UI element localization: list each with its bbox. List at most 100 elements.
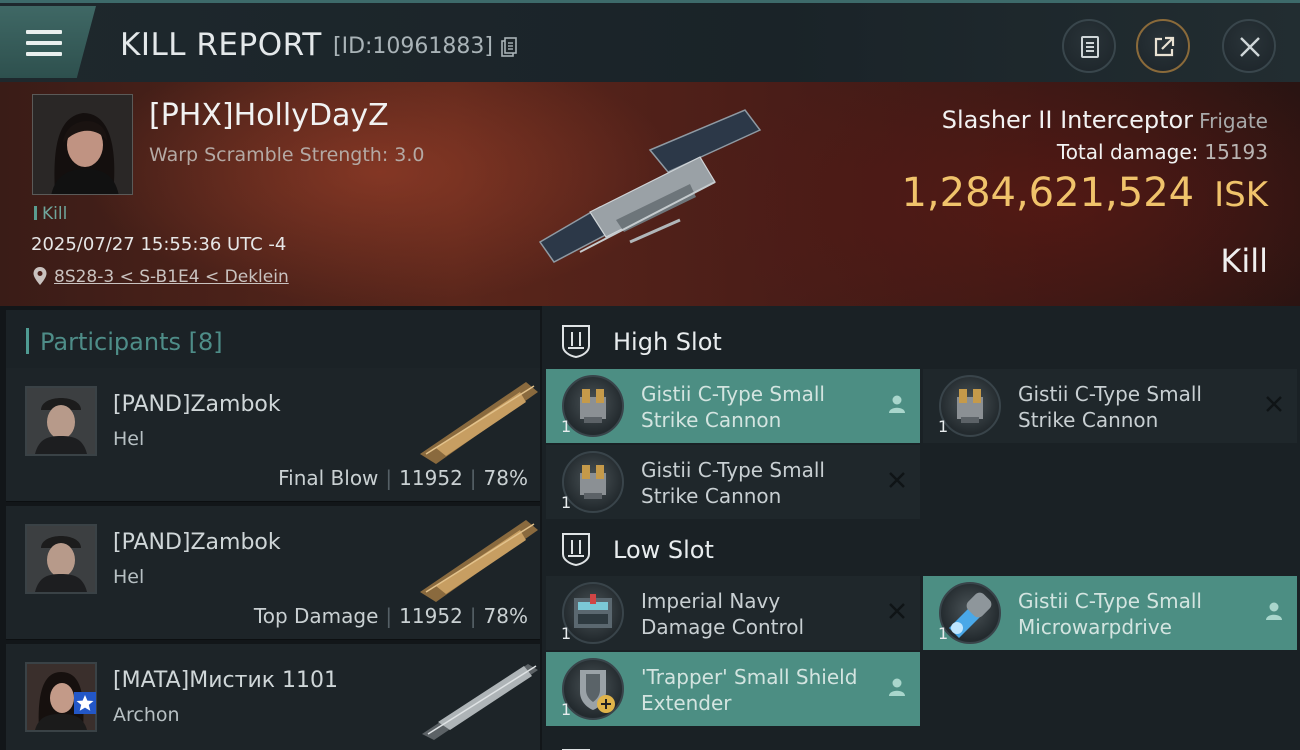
module-item[interactable]: 1 Imperial Navy Damage Control — [546, 576, 920, 650]
isk-unit: ISK — [1214, 175, 1268, 215]
hamburger-icon — [26, 30, 62, 63]
participants-panel: Participants [8] [PAND]Zambok Hel Final … — [0, 306, 542, 750]
low-slot-label: Low Slot — [613, 536, 714, 564]
participants-count: [8] — [188, 328, 223, 356]
ship-class-label: Frigate — [1199, 109, 1268, 133]
module-name: Imperial Navy Damage Control — [641, 588, 871, 640]
total-damage-value: 15193 — [1204, 140, 1268, 164]
participant-ship: Hel — [113, 566, 145, 588]
module-name-line1: Gistii C-Type Small — [641, 382, 825, 406]
location-link[interactable]: 8S28-3 < S-B1E4 < Deklein — [54, 267, 289, 287]
module-item[interactable]: 1 'Trapper' Small Shield Extender — [546, 652, 920, 726]
module-item[interactable]: 1 Gistii C-Type Small Strike Cannon — [923, 369, 1297, 443]
participant-damage: 11952 — [399, 604, 463, 628]
clipboard-icon — [1081, 36, 1099, 58]
location-pin-icon — [33, 267, 47, 285]
total-damage: Total damage: 15193 — [1057, 140, 1268, 164]
result-label: Kill — [1220, 242, 1268, 280]
victim-portrait[interactable] — [32, 94, 133, 195]
low-slot-icon — [562, 533, 590, 566]
module-name: 'Trapper' Small Shield Extender — [641, 664, 871, 716]
participant-avatar — [25, 386, 97, 456]
participant-name: [PAND]Zambok — [113, 530, 281, 555]
participant-ship-image — [420, 382, 538, 464]
shield-extender-icon — [562, 658, 624, 720]
module-name: Gistii C-Type Small Strike Cannon — [1018, 381, 1248, 433]
total-damage-label: Total damage: — [1056, 140, 1199, 164]
participant-row[interactable]: [MATA]Мистик 1101 Archon — [6, 644, 540, 750]
dropped-person-icon — [1266, 602, 1282, 620]
module-name-line1: Imperial Navy — [641, 589, 781, 613]
module-name: Gistii C-Type Small Microwarpdrive — [1018, 588, 1248, 640]
microwarpdrive-icon — [939, 582, 1001, 644]
pilot-avatar-icon — [27, 388, 95, 454]
participant-role: Final Blow — [278, 466, 379, 490]
high-slot-label: High Slot — [613, 328, 722, 356]
close-button[interactable] — [1222, 19, 1276, 73]
module-quantity: 1 — [938, 624, 949, 643]
menu-button[interactable] — [0, 6, 96, 78]
clipboard-button[interactable] — [1062, 19, 1116, 73]
kill-location[interactable]: 8S28-3 < S-B1E4 < Deklein — [32, 266, 289, 291]
module-name-line2: Strike Cannon — [1018, 408, 1159, 432]
participant-damage: 11952 — [399, 466, 463, 490]
cannon-icon — [939, 375, 1001, 437]
module-name: Gistii C-Type Small Strike Cannon — [641, 381, 871, 433]
participant-name: [MATA]Мистик 1101 — [113, 668, 339, 693]
page-title: KILL REPORT — [120, 27, 322, 63]
participants-label: Participants — [40, 328, 181, 356]
module-name-line2: Strike Cannon — [641, 408, 782, 432]
fitting-panel: High Slot 1 Gistii C-Type Small Strike Ca… — [542, 306, 1300, 750]
module-item[interactable]: 1 Gistii C-Type Small Microwarpdrive — [923, 576, 1297, 650]
ship-name-label: Slasher II Interceptor — [941, 106, 1194, 134]
isk-value: 1,284,621,524 ISK — [901, 170, 1268, 216]
module-name-line2: Damage Control — [641, 615, 805, 639]
participant-role: Top Damage — [253, 604, 379, 628]
participant-row[interactable]: [PAND]Zambok Hel Top Damage | 11952 | 78% — [6, 506, 540, 640]
copy-id-icon[interactable] — [501, 37, 517, 57]
top-bar: KILL REPORT [ID:10961883] — [0, 0, 1300, 82]
module-name-line2: Microwarpdrive — [1018, 615, 1172, 639]
warp-scramble: Warp Scramble Strength: 3.0 — [149, 144, 425, 166]
module-item[interactable]: 1 Gistii C-Type Small Strike Cannon — [546, 369, 920, 443]
participant-percent: 78% — [483, 604, 528, 628]
pilot-avatar-icon — [33, 95, 132, 194]
module-quantity: 1 — [561, 493, 572, 512]
participants-header: Participants [8] — [6, 310, 540, 370]
participant-name: [PAND]Zambok — [113, 392, 281, 417]
high-slot-icon — [562, 325, 590, 358]
damage-control-icon — [562, 582, 624, 644]
share-button[interactable] — [1136, 19, 1190, 73]
share-icon — [1154, 36, 1175, 57]
module-quantity: 1 — [561, 624, 572, 643]
destroyed-x-icon — [1266, 396, 1282, 412]
mid-slot-header — [542, 734, 1300, 750]
star-badge-icon — [74, 692, 96, 714]
low-slot-header: Low Slot — [542, 518, 1300, 580]
module-quantity: 1 — [561, 700, 572, 719]
participant-ship: Archon — [113, 704, 180, 726]
module-quantity: 1 — [938, 417, 949, 436]
dropped-person-icon — [889, 678, 905, 696]
cannon-icon — [562, 451, 624, 513]
kill-tag-label: Kill — [42, 204, 68, 224]
module-item[interactable]: 1 Gistii C-Type Small Strike Cannon — [546, 445, 920, 519]
participant-percent: 78% — [483, 466, 528, 490]
participant-row[interactable]: [PAND]Zambok Hel Final Blow | 11952 | 78% — [6, 368, 540, 502]
module-quantity: 1 — [561, 417, 572, 436]
victim-panel: [PHX]HollyDayZ Warp Scramble Strength: 3… — [0, 82, 1300, 306]
kill-tag: Kill — [34, 204, 67, 224]
participant-ship-image — [422, 664, 538, 740]
participant-ship: Hel — [113, 428, 145, 450]
module-name-line1: Gistii C-Type Small — [641, 458, 825, 482]
victim-name[interactable]: [PHX]HollyDayZ — [149, 98, 389, 133]
high-slot-header: High Slot — [542, 310, 1300, 372]
victim-ship-name[interactable]: Slasher II Interceptor Frigate — [942, 106, 1268, 134]
module-name-line2: Extender — [641, 691, 732, 715]
pilot-avatar-icon — [27, 526, 95, 592]
isk-amount: 1,284,621,524 — [901, 170, 1195, 216]
report-id: [ID:10961883] — [333, 34, 493, 59]
dropped-person-icon — [889, 395, 905, 413]
victim-ship-image — [538, 109, 762, 263]
participant-avatar — [25, 524, 97, 594]
